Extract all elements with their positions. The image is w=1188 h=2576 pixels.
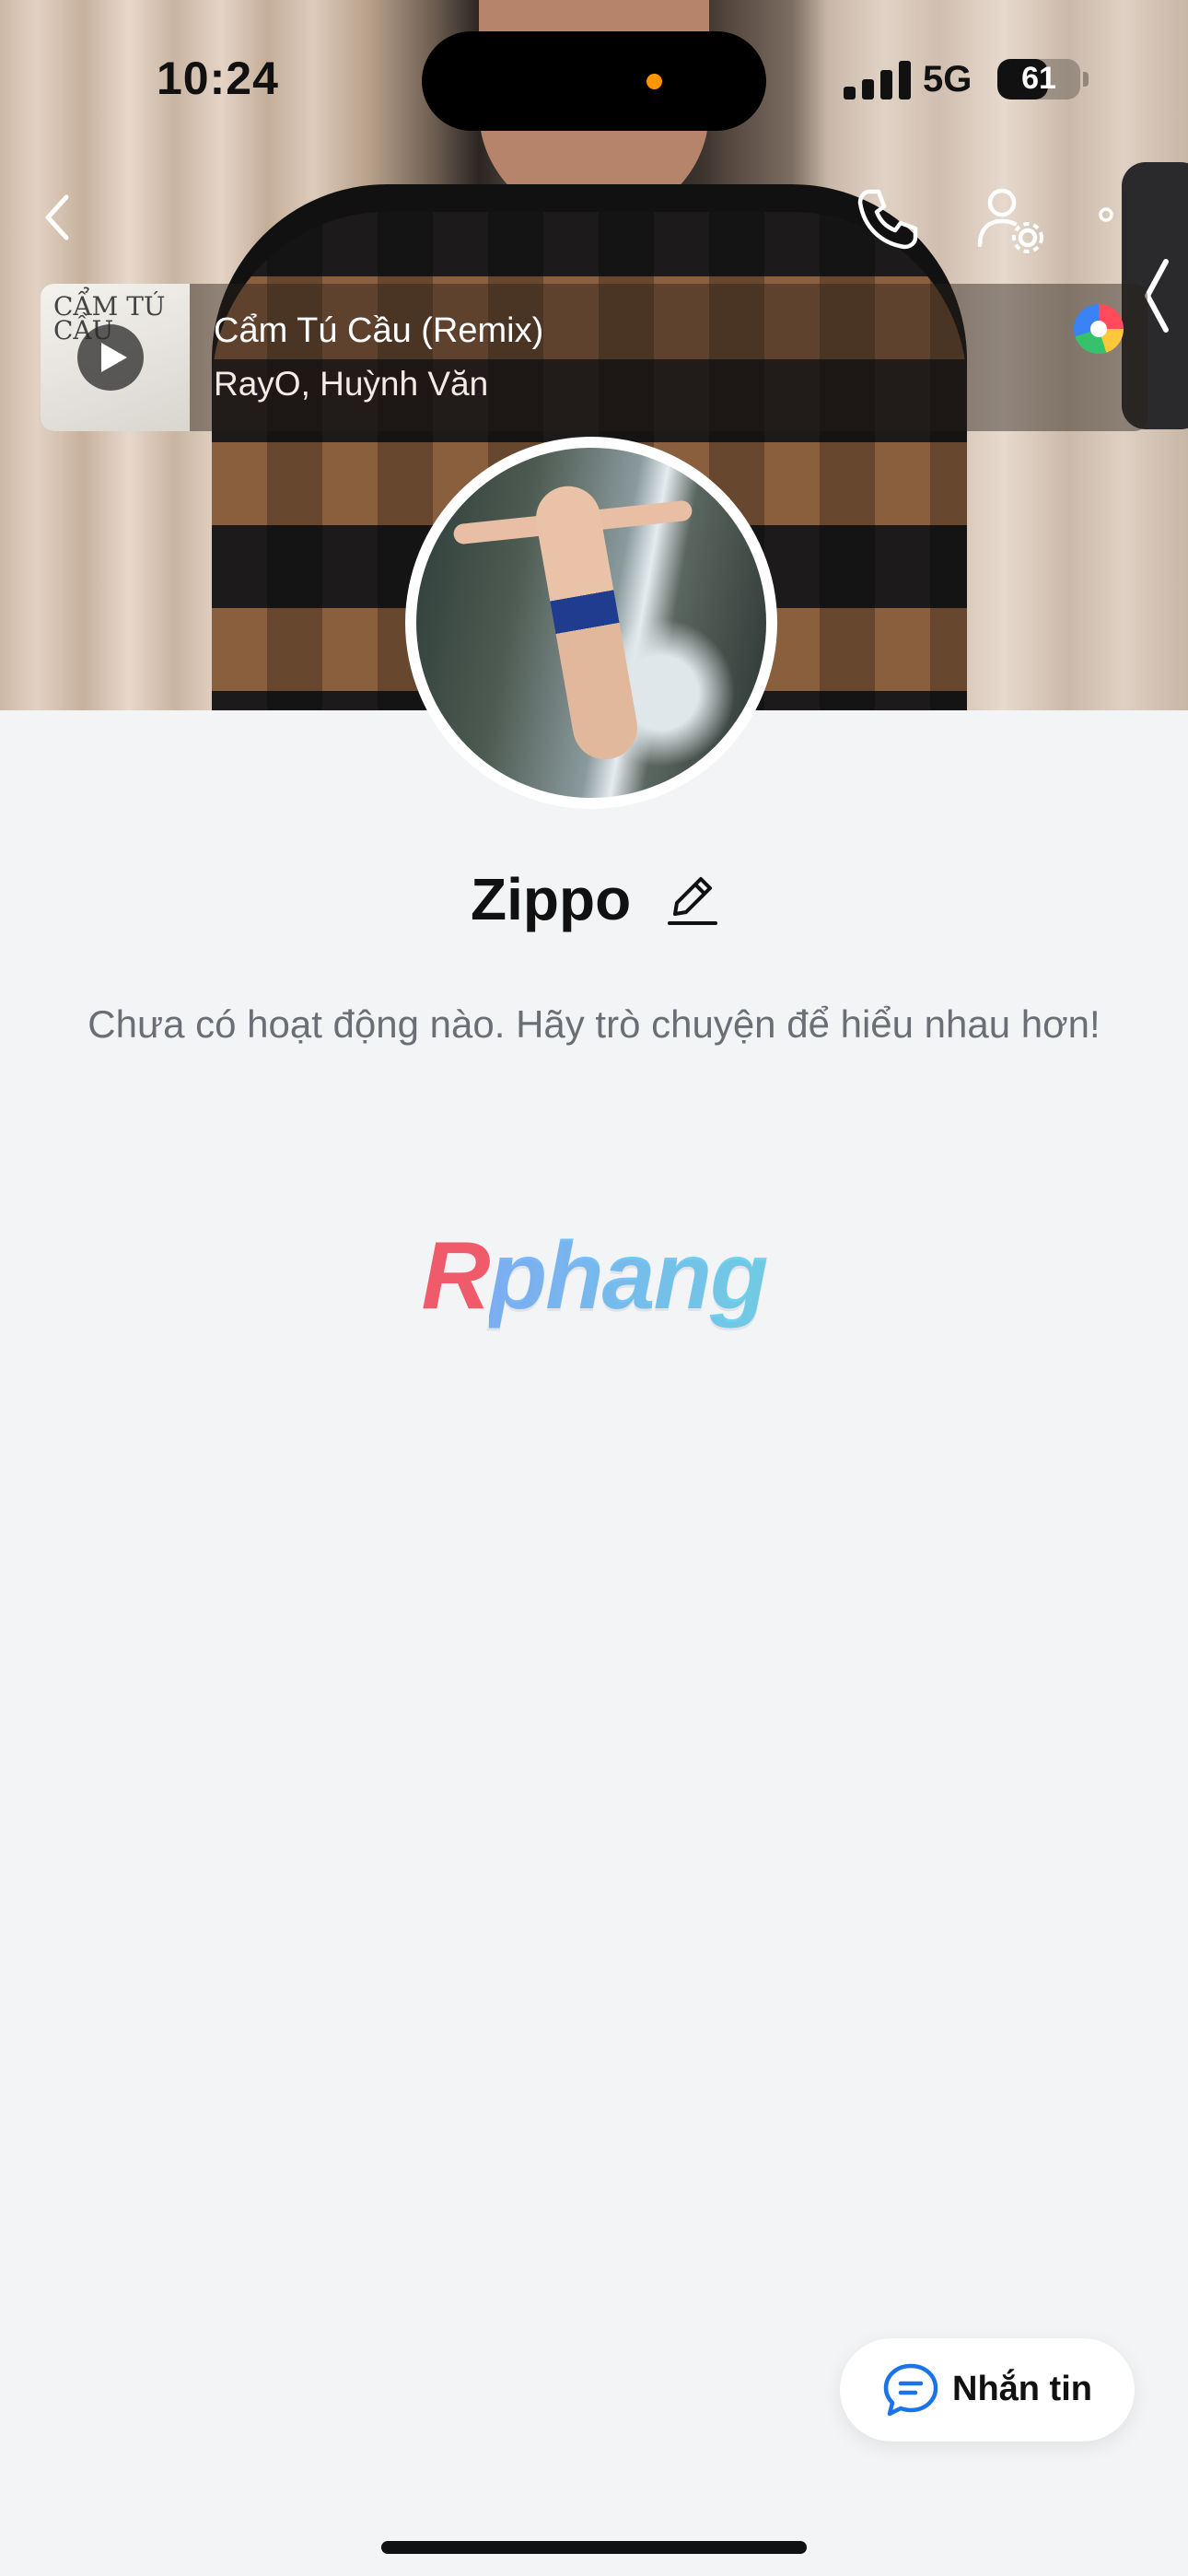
battery-cap (1083, 72, 1089, 87)
avatar[interactable] (405, 437, 777, 809)
status-time: 10:24 (157, 53, 279, 104)
empty-activity-message: Chưa có hoạt động nào. Hãy trò chuyện để… (87, 1002, 1101, 1046)
play-icon (101, 343, 127, 372)
profile-name: Zippo (471, 866, 632, 933)
phone-icon (857, 189, 918, 250)
message-button-label: Nhắn tin (952, 2370, 1092, 2408)
watermark-logo: Rphang (0, 1222, 1188, 1331)
chat-bubble-icon (883, 2363, 938, 2417)
message-button[interactable]: Nhắn tin (840, 2338, 1135, 2441)
profile-music-card[interactable]: CẨM TÚ CẦU Cẩm Tú Cầu (Remix) RayO, Huỳn… (41, 284, 1147, 431)
home-indicator[interactable] (381, 2541, 807, 2554)
profile-name-row: Zippo (0, 861, 1188, 933)
music-disc-icon (1074, 304, 1124, 354)
more-button[interactable] (1092, 201, 1120, 228)
profile-settings-button[interactable] (974, 182, 1048, 256)
pencil-icon (667, 877, 717, 926)
battery-percent: 61 (1021, 61, 1056, 96)
network-type: 5G (923, 59, 973, 100)
track-title: Cẩm Tú Cầu (Remix) (214, 311, 544, 350)
battery-icon: 61 (997, 59, 1080, 100)
avatar-photo (416, 448, 766, 798)
play-button[interactable] (77, 324, 144, 391)
back-button[interactable] (35, 190, 81, 245)
track-artist: RayO, Huỳnh Văn (214, 365, 489, 403)
more-icon (1099, 207, 1113, 222)
call-button[interactable] (849, 182, 923, 256)
chevron-left-icon (45, 194, 69, 240)
privacy-indicator-dot (646, 74, 662, 89)
user-settings-icon (977, 188, 1043, 253)
signal-icon (844, 61, 912, 100)
album-art: CẨM TÚ CẦU (41, 284, 190, 431)
watermark-first-letter: R (421, 1223, 490, 1329)
dynamic-island (422, 31, 766, 131)
watermark-rest: phang (488, 1223, 769, 1329)
edit-name-button[interactable] (666, 872, 717, 927)
